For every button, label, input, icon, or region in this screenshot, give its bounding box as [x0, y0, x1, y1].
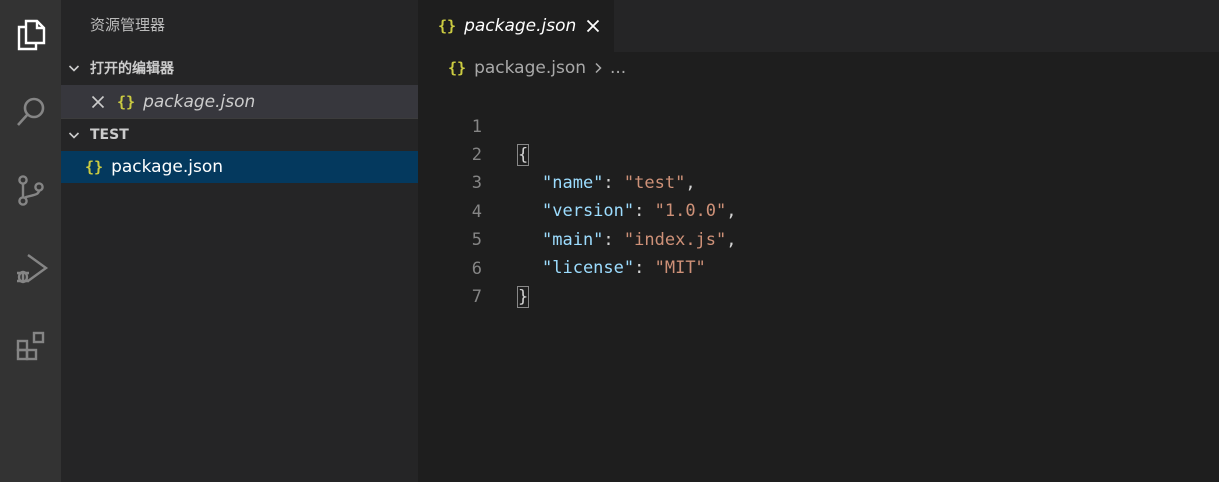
code-line: 2 "name": "test", [418, 113, 1219, 193]
file-tree-item[interactable]: {} package.json [61, 151, 418, 183]
json-file-icon: {} [117, 92, 136, 111]
activity-bar [0, 0, 61, 482]
file-tree-label: package.json [111, 157, 223, 177]
code-line: 5 "license": "MIT" [418, 198, 1219, 278]
code-line: 1 { [418, 85, 1219, 166]
json-file-icon: {} [85, 158, 104, 176]
code-line: 4 "main": "index.js", [418, 170, 1219, 250]
open-editor-label: package.json [143, 91, 256, 112]
code-line: 3 "version": "1.0.0", [418, 141, 1219, 221]
search-icon [16, 97, 44, 126]
code-editor[interactable]: 1 { 2 "name": "test", 3 "version": "1.0.… [418, 84, 1219, 482]
extensions-button[interactable] [0, 318, 61, 374]
line-number: 7 [471, 287, 482, 307]
editor-tabs: {} package.json [418, 0, 1219, 52]
open-editors-header[interactable]: 打开的编辑器 [61, 53, 418, 83]
extensions-icon [16, 331, 44, 361]
folder-header[interactable]: TEST [61, 120, 418, 150]
json-file-icon: {} [448, 59, 467, 77]
source-control-button[interactable] [0, 162, 61, 218]
json-file-icon: {} [438, 17, 457, 35]
run-debug-icon [16, 254, 48, 284]
breadcrumb-file[interactable]: package.json [474, 58, 586, 78]
tab-package-json[interactable]: {} package.json [418, 0, 614, 52]
code-line: 6 } [418, 227, 1219, 308]
chevron-down-icon [68, 132, 80, 139]
breadcrumb-symbols[interactable]: ... [610, 58, 626, 78]
run-debug-button[interactable] [0, 240, 61, 296]
open-editors-label: 打开的编辑器 [90, 61, 174, 77]
chevron-right-icon [595, 62, 602, 74]
explorer-button[interactable] [0, 6, 61, 62]
section-divider [61, 118, 418, 119]
explorer-sidebar: 资源管理器 打开的编辑器 {} package.json TEST {} pac… [61, 0, 418, 482]
explorer-icon [17, 19, 45, 51]
sidebar-title: 资源管理器 [90, 16, 166, 34]
code-line: 7 [418, 255, 1219, 307]
bracket-close: } [516, 286, 530, 308]
tab-label: package.json [464, 16, 577, 36]
source-control-icon [17, 175, 44, 206]
close-tab-icon[interactable] [586, 19, 600, 33]
chevron-down-icon [68, 65, 80, 72]
folder-label: TEST [90, 127, 129, 143]
open-editor-item[interactable]: {} package.json [61, 85, 418, 118]
close-icon[interactable] [91, 95, 105, 109]
breadcrumb: {} package.json ... [418, 52, 1219, 84]
search-button[interactable] [0, 84, 61, 140]
